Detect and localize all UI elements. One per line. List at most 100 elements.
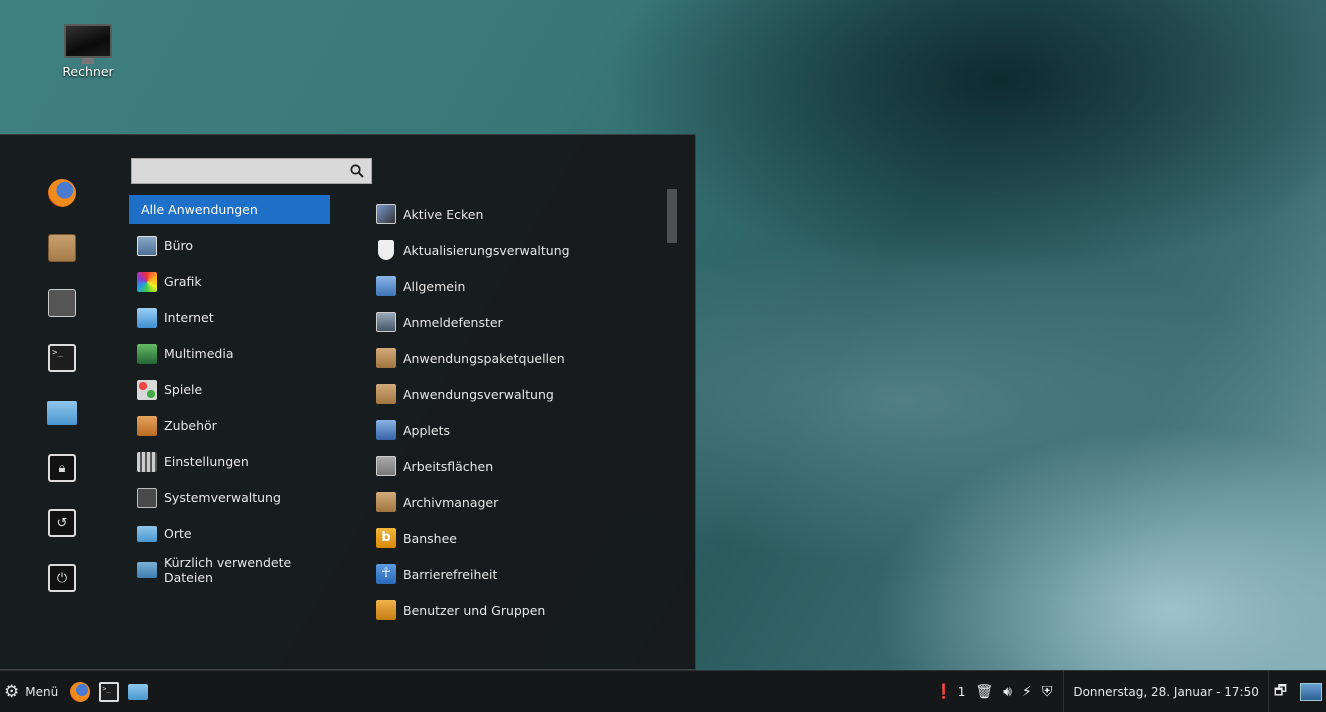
places-folder-icon xyxy=(137,525,157,542)
app-item[interactable]: Archivmanager xyxy=(376,484,666,520)
category-all-applications[interactable]: Alle Anwendungen xyxy=(129,195,330,224)
app-item[interactable]: Aktive Ecken xyxy=(376,196,666,232)
favorite-system-settings[interactable] xyxy=(44,285,80,321)
app-item[interactable]: Anwendungsverwaltung xyxy=(376,376,666,412)
app-item[interactable]: Benutzer und Gruppen xyxy=(376,592,666,628)
logout-icon: ↺ xyxy=(48,509,76,537)
favorites-column: >_ 🔒︎ ↺ ⏻ xyxy=(44,175,84,615)
category-places[interactable]: Orte xyxy=(129,516,339,552)
firefox-icon xyxy=(48,179,76,207)
terminal-icon: >_ xyxy=(48,344,76,372)
software-sources-icon xyxy=(376,348,396,368)
gear-icon: ⚙ xyxy=(4,681,20,702)
computer-icon xyxy=(64,24,112,64)
category-graphics[interactable]: Grafik xyxy=(129,264,339,300)
category-label: Internet xyxy=(164,310,214,325)
category-label: Orte xyxy=(164,526,192,541)
app-item[interactable]: b Banshee xyxy=(376,520,666,556)
app-item[interactable]: Allgemein xyxy=(376,268,666,304)
app-label: Anwendungspaketquellen xyxy=(403,350,565,366)
category-label: Alle Anwendungen xyxy=(141,202,258,217)
app-item[interactable]: Anmeldefenster xyxy=(376,304,666,340)
shutdown-button[interactable]: ⏻ xyxy=(44,560,80,596)
search-icon[interactable] xyxy=(343,159,371,183)
notification-icon[interactable]: ❗ xyxy=(930,671,957,712)
app-label: Archivmanager xyxy=(403,494,499,510)
app-list-scrollbar[interactable] xyxy=(667,189,677,243)
category-office[interactable]: Büro xyxy=(129,228,339,264)
category-label: Spiele xyxy=(164,382,203,397)
category-label: Multimedia xyxy=(164,346,234,361)
app-label: Aktualisierungsverwaltung xyxy=(403,242,570,258)
volume-icon[interactable]: 🔊︎ xyxy=(998,671,1017,712)
category-administration[interactable]: Systemverwaltung xyxy=(129,480,339,516)
logout-button[interactable]: ↺ xyxy=(44,505,80,541)
accessories-icon xyxy=(137,415,157,436)
category-accessories[interactable]: Zubehör xyxy=(129,408,339,444)
app-label: Applets xyxy=(403,422,450,438)
category-multimedia[interactable]: Multimedia xyxy=(129,336,339,372)
wrench-icon xyxy=(376,276,396,296)
clock[interactable]: Donnerstag, 28. Januar - 17:50 xyxy=(1063,671,1269,712)
update-shield-icon[interactable]: ⛨ xyxy=(1037,671,1058,712)
favorite-files[interactable] xyxy=(44,395,80,431)
category-settings[interactable]: Einstellungen xyxy=(129,444,339,480)
trash-icon[interactable]: 🗑︎ xyxy=(970,671,998,712)
system-tray: ❗ 1 🗑︎ 🔊︎ ⚡︎ ⛨ Donnerstag, 28. Januar - … xyxy=(930,671,1326,712)
hot-corners-icon xyxy=(376,204,396,224)
category-label: Einstellungen xyxy=(164,454,249,469)
favorite-package-manager[interactable] xyxy=(44,230,80,266)
menu-button-label: Menü xyxy=(25,684,59,699)
internet-icon xyxy=(137,307,157,328)
category-label: Büro xyxy=(164,238,194,253)
app-label: Allgemein xyxy=(403,278,466,294)
notification-count: 1 xyxy=(957,684,966,699)
app-label: Banshee xyxy=(403,530,457,546)
show-desktop-button[interactable] xyxy=(1300,682,1322,701)
app-label: Anmeldefenster xyxy=(403,314,503,330)
settings-icon xyxy=(137,451,157,472)
lock-screen-button[interactable]: 🔒︎ xyxy=(44,450,80,486)
category-games[interactable]: Spiele xyxy=(129,372,339,408)
terminal-launcher[interactable]: >_ xyxy=(99,681,120,702)
applets-icon xyxy=(376,420,396,440)
app-item[interactable]: Anwendungspaketquellen xyxy=(376,340,666,376)
application-menu: >_ 🔒︎ ↺ ⏻ Alle Anwendungen Büro Grafik I… xyxy=(0,134,696,670)
category-label: Kürzlich verwendete Dateien xyxy=(164,554,292,585)
administration-icon xyxy=(137,487,157,508)
desktop-icon-computer[interactable]: Rechner xyxy=(38,24,138,79)
network-icon[interactable]: ⚡︎ xyxy=(1017,671,1037,712)
favorite-firefox[interactable] xyxy=(44,175,80,211)
app-item[interactable]: ☥ Barrierefreiheit xyxy=(376,556,666,592)
application-list: Aktive Ecken Aktualisierungsverwaltung A… xyxy=(376,196,666,628)
search-box xyxy=(131,158,372,184)
category-internet[interactable]: Internet xyxy=(129,300,339,336)
app-label: Benutzer und Gruppen xyxy=(403,602,546,618)
system-settings-icon xyxy=(48,289,76,317)
taskbar: ⚙ Menü >_ ❗ 1 🗑︎ 🔊︎ ⚡︎ ⛨ Donnerstag, 28.… xyxy=(0,670,1326,712)
workspaces-icon xyxy=(376,456,396,476)
users-groups-icon xyxy=(376,600,396,620)
office-icon xyxy=(137,235,157,256)
shutdown-icon: ⏻ xyxy=(48,564,76,592)
app-label: Barrierefreiheit xyxy=(403,566,498,582)
app-item[interactable]: Arbeitsflächen xyxy=(376,448,666,484)
graphics-icon xyxy=(137,271,157,292)
login-window-icon xyxy=(376,312,396,332)
category-recent-files[interactable]: Kürzlich verwendete Dateien xyxy=(129,552,339,588)
package-icon xyxy=(48,234,76,262)
files-launcher[interactable] xyxy=(128,683,149,700)
favorite-terminal[interactable]: >_ xyxy=(44,340,80,376)
menu-button[interactable]: ⚙ Menü xyxy=(0,671,58,712)
app-item[interactable]: Aktualisierungsverwaltung xyxy=(376,232,666,268)
software-manager-icon xyxy=(376,384,396,404)
category-label: Systemverwaltung xyxy=(164,490,281,505)
window-list-icon[interactable]: 🗗︎ xyxy=(1269,671,1292,712)
desktop-icon-label: Rechner xyxy=(62,64,114,79)
search-input[interactable] xyxy=(132,159,343,183)
app-label: Arbeitsflächen xyxy=(403,458,494,474)
accessibility-icon: ☥ xyxy=(376,564,396,584)
firefox-launcher[interactable] xyxy=(70,681,91,702)
archive-manager-icon xyxy=(376,492,396,512)
app-item[interactable]: Applets xyxy=(376,412,666,448)
